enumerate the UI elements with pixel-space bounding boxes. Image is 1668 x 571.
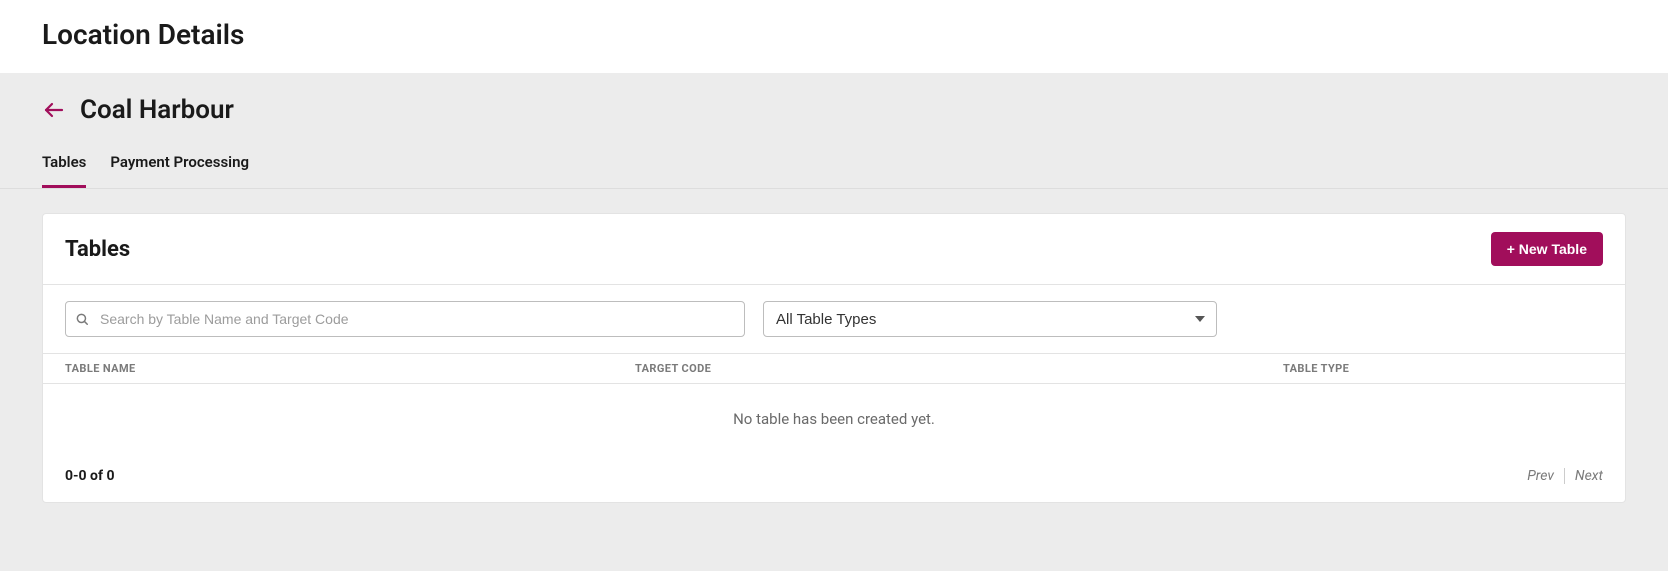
card-header: Tables + New Table bbox=[43, 214, 1625, 285]
prev-button[interactable]: Prev bbox=[1527, 468, 1554, 484]
search-input[interactable] bbox=[65, 301, 745, 337]
subheader: Coal Harbour Tables Payment Processing bbox=[0, 73, 1668, 189]
table-type-select[interactable]: All Table Types bbox=[763, 301, 1217, 337]
tables-card: Tables + New Table All Table Types bbox=[42, 213, 1626, 503]
column-header-table-type: TABLE TYPE bbox=[1283, 362, 1603, 375]
type-select-wrap: All Table Types bbox=[763, 301, 1217, 337]
page-header: Location Details bbox=[0, 0, 1668, 73]
column-header-table-name: TABLE NAME bbox=[65, 362, 635, 375]
card-footer: 0-0 of 0 Prev Next bbox=[43, 454, 1625, 502]
new-table-button[interactable]: + New Table bbox=[1491, 232, 1603, 266]
table-header-row: TABLE NAME TARGET CODE TABLE TYPE bbox=[43, 354, 1625, 384]
table-empty-message: No table has been created yet. bbox=[43, 384, 1625, 454]
content: Tables + New Table All Table Types bbox=[0, 189, 1668, 571]
tab-payment-processing[interactable]: Payment Processing bbox=[110, 153, 249, 188]
card-title: Tables bbox=[65, 237, 130, 262]
search-wrap bbox=[65, 301, 745, 337]
search-icon bbox=[75, 312, 89, 326]
tab-tables[interactable]: Tables bbox=[42, 153, 86, 188]
pager: Prev Next bbox=[1527, 468, 1603, 484]
filters-row: All Table Types bbox=[43, 285, 1625, 354]
location-name: Coal Harbour bbox=[80, 95, 234, 125]
tabs: Tables Payment Processing bbox=[42, 153, 1626, 188]
pagination-range: 0-0 of 0 bbox=[65, 468, 115, 484]
location-row: Coal Harbour bbox=[42, 95, 1626, 125]
back-arrow-icon[interactable] bbox=[42, 98, 66, 122]
pager-divider bbox=[1564, 468, 1565, 484]
page-title: Location Details bbox=[42, 18, 1626, 51]
column-header-target-code: TARGET CODE bbox=[635, 362, 1283, 375]
next-button[interactable]: Next bbox=[1575, 468, 1603, 484]
